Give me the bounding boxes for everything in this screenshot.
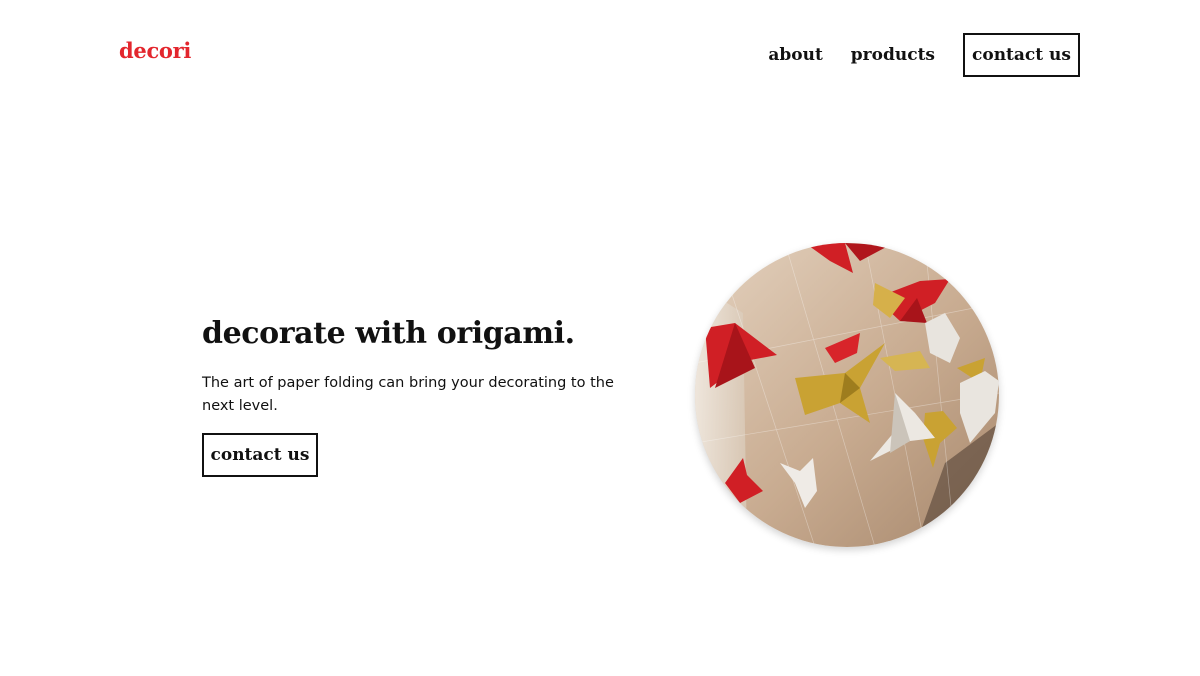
hero-description: The art of paper folding can bring your … xyxy=(202,375,614,414)
page: decori about products contact us decorat… xyxy=(0,0,1200,676)
main-nav: about products contact us xyxy=(768,33,1080,77)
hero-contact-button[interactable]: contact us xyxy=(202,433,318,477)
origami-cranes-illustration xyxy=(695,243,999,547)
nav-contact-button[interactable]: contact us xyxy=(963,33,1080,77)
logo[interactable]: decori xyxy=(119,38,191,63)
hero-title: decorate with origami. xyxy=(202,316,575,351)
origami-cranes-image xyxy=(695,243,999,547)
wall-edge xyxy=(695,283,747,547)
nav-products-link[interactable]: products xyxy=(851,45,935,65)
nav-about-link[interactable]: about xyxy=(768,45,822,65)
